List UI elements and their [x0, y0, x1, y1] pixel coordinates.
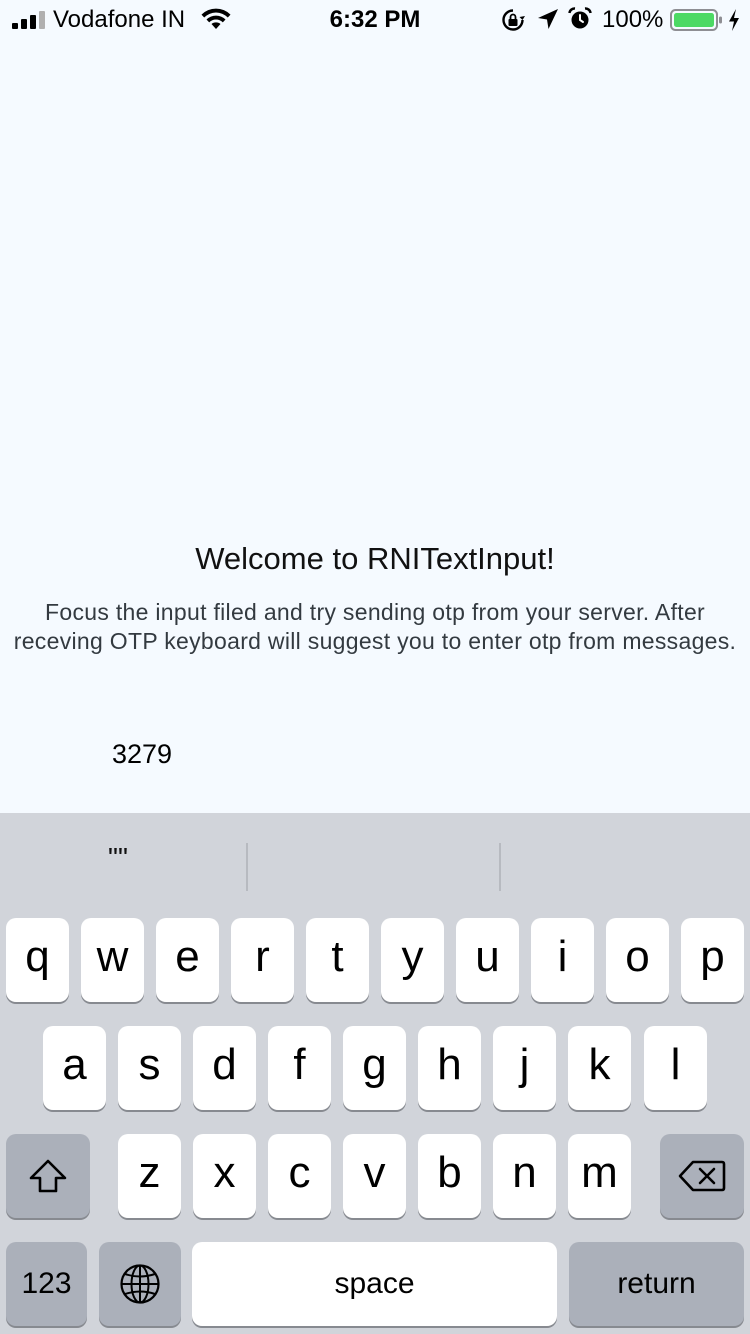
key-o[interactable]: o: [606, 918, 669, 1002]
key-a[interactable]: a: [43, 1026, 106, 1110]
return-key[interactable]: return: [569, 1242, 744, 1326]
key-p[interactable]: p: [681, 918, 744, 1002]
key-label: k: [588, 1040, 611, 1089]
suggestion-2[interactable]: [248, 813, 500, 903]
key-e[interactable]: e: [156, 918, 219, 1002]
key-label: u: [475, 932, 500, 981]
key-label: e: [175, 932, 200, 981]
key-i[interactable]: i: [531, 918, 594, 1002]
keyboard: "" q w e r t y u i o p a s d f g h j k l…: [0, 813, 750, 1334]
otp-input[interactable]: [112, 734, 632, 774]
suggestion-bar: "": [0, 813, 750, 903]
charging-bolt-icon: [729, 9, 739, 31]
key-label: o: [625, 932, 650, 981]
key-label: w: [96, 932, 129, 981]
key-label: g: [362, 1040, 387, 1089]
key-label: r: [255, 932, 270, 981]
key-label: x: [213, 1148, 236, 1197]
rotation-lock-icon: [502, 9, 525, 31]
space-key[interactable]: space: [192, 1242, 557, 1326]
key-label: z: [138, 1148, 161, 1197]
key-l[interactable]: l: [644, 1026, 707, 1110]
key-k[interactable]: k: [568, 1026, 631, 1110]
key-label: 123: [21, 1267, 72, 1300]
key-label: v: [363, 1148, 386, 1197]
key-label: return: [617, 1267, 696, 1300]
globe-icon: [120, 1264, 160, 1304]
key-d[interactable]: d: [193, 1026, 256, 1110]
alarm-icon: [568, 7, 592, 29]
backspace-icon: [678, 1160, 726, 1192]
key-n[interactable]: n: [493, 1134, 556, 1218]
numbers-key[interactable]: 123: [6, 1242, 87, 1326]
key-q[interactable]: q: [6, 918, 69, 1002]
key-m[interactable]: m: [568, 1134, 631, 1218]
key-label: y: [401, 932, 424, 981]
key-label: i: [557, 932, 568, 981]
key-label: h: [437, 1040, 462, 1089]
key-label: j: [519, 1040, 530, 1089]
suggestion-divider: [499, 843, 501, 891]
key-label: s: [138, 1040, 161, 1089]
key-s[interactable]: s: [118, 1026, 181, 1110]
suggestion-3[interactable]: [502, 813, 750, 903]
key-label: m: [581, 1148, 618, 1197]
key-f[interactable]: f: [268, 1026, 331, 1110]
status-bar: Vodafone IN 6:32 PM 100%: [0, 0, 750, 40]
key-t[interactable]: t: [306, 918, 369, 1002]
key-r[interactable]: r: [231, 918, 294, 1002]
battery-percent: 100%: [602, 6, 664, 33]
key-z[interactable]: z: [118, 1134, 181, 1218]
key-u[interactable]: u: [456, 918, 519, 1002]
key-label: b: [437, 1148, 462, 1197]
battery-icon: [670, 9, 722, 31]
key-label: p: [700, 932, 725, 981]
globe-key[interactable]: [99, 1242, 181, 1326]
key-x[interactable]: x: [193, 1134, 256, 1218]
key-y[interactable]: y: [381, 918, 444, 1002]
key-g[interactable]: g: [343, 1026, 406, 1110]
key-h[interactable]: h: [418, 1026, 481, 1110]
key-label: n: [512, 1148, 537, 1197]
backspace-key[interactable]: [660, 1134, 744, 1218]
key-v[interactable]: v: [343, 1134, 406, 1218]
key-label: t: [331, 932, 344, 981]
key-label: f: [293, 1040, 306, 1089]
instructions-text: Focus the input filed and try sending ot…: [13, 599, 737, 654]
key-w[interactable]: w: [81, 918, 144, 1002]
key-j[interactable]: j: [493, 1026, 556, 1110]
shift-icon: [29, 1159, 67, 1193]
key-label: d: [212, 1040, 237, 1089]
welcome-title: Welcome to RNITextInput!: [195, 541, 555, 576]
key-label: l: [670, 1040, 681, 1089]
key-c[interactable]: c: [268, 1134, 331, 1218]
suggestion-1[interactable]: "": [0, 813, 248, 903]
key-label: a: [62, 1040, 87, 1089]
location-arrow-icon: [538, 9, 558, 29]
key-label: q: [25, 932, 50, 981]
key-label: space: [334, 1267, 415, 1300]
shift-key[interactable]: [6, 1134, 90, 1218]
key-b[interactable]: b: [418, 1134, 481, 1218]
key-label: c: [288, 1148, 311, 1197]
